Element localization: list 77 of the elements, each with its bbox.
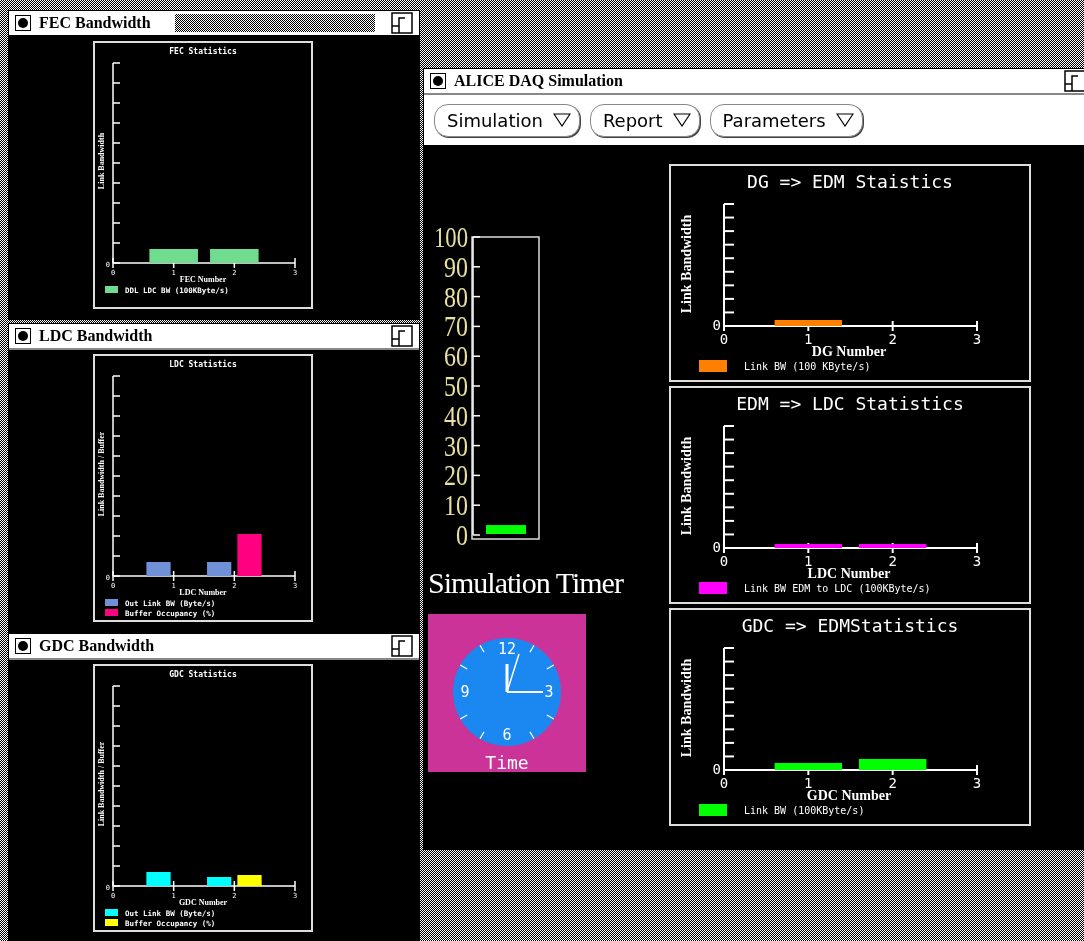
tick-label: 1: [804, 553, 813, 569]
menu-button[interactable]: Report: [589, 103, 700, 137]
chart-bar: [210, 249, 259, 263]
clock-number: 12: [497, 640, 517, 658]
chart-bar: [858, 759, 927, 770]
timer-label: Simulation Timer: [428, 568, 623, 598]
axis-label: Link Bandwidth: [679, 436, 694, 536]
tick-label: 2: [888, 775, 897, 791]
tick-label: 0: [712, 539, 721, 555]
chart-title: DG => EDM Staistics: [747, 171, 953, 192]
maximize-icon[interactable]: [1064, 70, 1084, 92]
axis-label: GDC Number: [178, 898, 228, 907]
clock-caption: Time: [485, 752, 529, 772]
tick-label: 0: [712, 761, 721, 777]
axis-label: Link Bandwidth: [679, 658, 694, 758]
axis-label: FEC Number: [179, 275, 227, 284]
window-menu-icon[interactable]: [15, 328, 31, 344]
tick-label: 0: [712, 317, 721, 333]
axis-label: Link Bandwidth / Buffer: [97, 431, 106, 517]
window-menu-icon[interactable]: [15, 638, 31, 654]
legend-label: Link BW EDM to LDC (100KByte/s): [744, 583, 931, 594]
tick-label: 1: [804, 331, 813, 347]
tick-label: 2: [888, 331, 897, 347]
clock-number: 6: [502, 726, 512, 744]
chart-bar: [149, 249, 198, 263]
maximize-icon[interactable]: [391, 12, 413, 34]
tick-label: 3: [972, 331, 982, 347]
title-bar[interactable]: FEC Bandwidth: [9, 11, 419, 37]
tick-label: 3: [972, 775, 982, 791]
axis-label: LDC Number: [807, 566, 891, 581]
tick-label: 0: [719, 553, 729, 569]
clock-number: 9: [460, 683, 470, 701]
chart-title: EDM => LDC Statistics: [736, 393, 964, 414]
axis-label: LDC Number: [179, 588, 227, 597]
chart-bar: [207, 562, 232, 576]
caret-icon: [552, 113, 571, 127]
chart-title: FEC Statistics: [169, 47, 237, 56]
window-title: ALICE DAQ Simulation: [454, 71, 623, 91]
chart-title: GDC Statistics: [169, 670, 237, 679]
chart-title: LDC Statistics: [169, 360, 237, 369]
window-menu-icon[interactable]: [15, 15, 31, 31]
legend-label: Link BW (100 KByte/s): [744, 361, 871, 372]
window-title: LDC Bandwidth: [39, 326, 153, 346]
chart-bar: [146, 562, 171, 576]
title-bar[interactable]: LDC Bandwidth: [9, 324, 419, 350]
axis-label: DG Number: [811, 344, 887, 359]
caret-icon: [835, 113, 854, 127]
tick-label: 1: [804, 775, 813, 791]
chart-bar: [207, 877, 232, 886]
chart-bar: [858, 544, 927, 548]
legend-label: Link BW (100KByte/s): [744, 805, 865, 816]
menu-button[interactable]: Simulation: [434, 103, 580, 137]
title-bar[interactable]: ALICE DAQ Simulation: [424, 69, 1084, 95]
chart-bar: [237, 875, 262, 886]
tick-label: 2: [888, 553, 897, 569]
window-menu-icon[interactable]: [430, 73, 446, 89]
caret-icon: [672, 113, 691, 127]
axis-label: GDC Number: [806, 788, 892, 803]
menu-button[interactable]: Parameters: [709, 103, 863, 137]
tick-label: 3: [972, 553, 982, 569]
axis-label: Link Bandwidth: [679, 214, 694, 314]
window-title: GDC Bandwidth: [39, 636, 155, 656]
maximize-icon[interactable]: [391, 635, 413, 657]
axis-label: Link Bandwidth / Buffer: [97, 741, 106, 827]
chart-bar: [774, 544, 843, 548]
chart-bar: [146, 872, 171, 886]
chart-bar: [774, 763, 843, 770]
clock-number: 3: [544, 683, 554, 701]
chart-title: GDC => EDMStatistics: [741, 615, 959, 636]
window-title: FEC Bandwidth: [39, 13, 151, 33]
chart-bar: [237, 534, 262, 576]
chart-bar: [774, 320, 843, 326]
maximize-icon[interactable]: [391, 325, 413, 347]
title-bar[interactable]: GDC Bandwidth: [9, 634, 419, 660]
axis-label: Link Bandwidth: [97, 132, 106, 190]
tick-label: 0: [719, 775, 729, 791]
tick-label: 0: [719, 331, 729, 347]
